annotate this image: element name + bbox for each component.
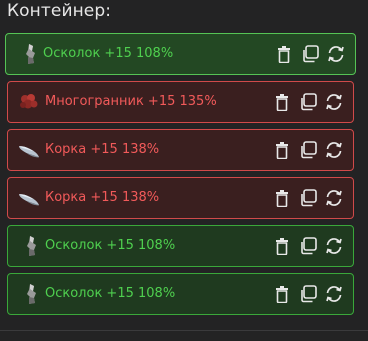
copy-button[interactable]	[300, 44, 320, 64]
copy-icon	[301, 189, 317, 207]
container-list: Осколок +15 108% Многогранник +15 135% К…	[0, 0, 368, 341]
item-actions	[268, 34, 346, 74]
copy-icon	[301, 237, 317, 255]
refresh-button[interactable]	[324, 188, 344, 208]
copy-icon	[303, 45, 319, 63]
copy-button[interactable]	[298, 284, 318, 304]
crust-icon	[18, 188, 40, 210]
item-label: Осколок +15 108%	[45, 286, 176, 301]
refresh-button[interactable]	[324, 92, 344, 112]
polyhedron-icon	[18, 91, 40, 113]
copy-icon	[301, 93, 317, 111]
item-label: Осколок +15 108%	[43, 46, 174, 61]
trash-icon	[278, 45, 290, 63]
trash-icon	[276, 189, 288, 207]
trash-icon	[276, 285, 288, 303]
refresh-icon	[326, 94, 342, 110]
list-item[interactable]: Многогранник +15 135%	[7, 81, 354, 123]
item-label: Корка +15 138%	[45, 190, 160, 205]
delete-button[interactable]	[272, 284, 292, 304]
trash-icon	[276, 237, 288, 255]
crust-icon	[18, 140, 40, 162]
refresh-button[interactable]	[324, 236, 344, 256]
refresh-icon	[326, 190, 342, 206]
list-item[interactable]: Корка +15 138%	[7, 177, 354, 219]
refresh-button[interactable]	[324, 284, 344, 304]
copy-icon	[301, 285, 317, 303]
delete-button[interactable]	[274, 44, 294, 64]
item-actions	[266, 178, 344, 218]
item-label: Корка +15 138%	[45, 142, 160, 157]
refresh-icon	[326, 142, 342, 158]
copy-button[interactable]	[298, 140, 318, 160]
refresh-button[interactable]	[324, 140, 344, 160]
copy-button[interactable]	[298, 92, 318, 112]
list-item[interactable]: Осколок +15 108%	[7, 273, 354, 315]
list-item[interactable]: Корка +15 138%	[7, 129, 354, 171]
delete-button[interactable]	[272, 140, 292, 160]
shard-icon	[21, 283, 43, 305]
copy-button[interactable]	[298, 188, 318, 208]
list-item[interactable]: Осколок +15 108%	[7, 225, 354, 267]
trash-icon	[276, 93, 288, 111]
refresh-icon	[328, 46, 344, 62]
item-actions	[266, 226, 344, 266]
shard-icon	[21, 235, 43, 257]
refresh-icon	[326, 286, 342, 302]
delete-button[interactable]	[272, 188, 292, 208]
delete-button[interactable]	[272, 236, 292, 256]
shard-icon	[20, 43, 42, 65]
bottom-divider	[0, 330, 368, 331]
item-actions	[266, 82, 344, 122]
copy-icon	[301, 141, 317, 159]
item-actions	[266, 274, 344, 314]
item-label: Многогранник +15 135%	[45, 94, 217, 109]
trash-icon	[276, 141, 288, 159]
refresh-button[interactable]	[326, 44, 346, 64]
item-label: Осколок +15 108%	[45, 238, 176, 253]
list-item[interactable]: Осколок +15 108%	[5, 33, 356, 75]
delete-button[interactable]	[272, 92, 292, 112]
copy-button[interactable]	[298, 236, 318, 256]
item-actions	[266, 130, 344, 170]
refresh-icon	[326, 238, 342, 254]
